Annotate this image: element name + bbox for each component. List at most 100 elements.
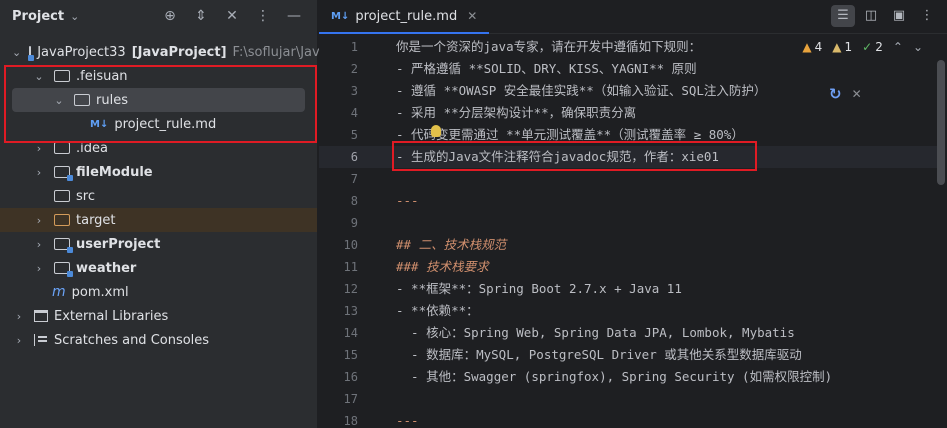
chevron-down-icon[interactable]: ⌄ (70, 10, 79, 23)
chevron-right-icon[interactable]: › (12, 310, 26, 323)
tree-item-scratches[interactable]: › Scratches and Consoles (0, 328, 317, 352)
markdown-view-toolbar: ☰ ◫ ▣ ⋮ (831, 5, 939, 27)
chevron-right-icon[interactable]: › (32, 214, 46, 227)
expand-all-icon[interactable]: ⇕ (192, 7, 210, 25)
tree-item-project-rule-md[interactable]: M↓ project_rule.md (0, 112, 317, 136)
code-line: --- (396, 413, 419, 428)
tree-item-feisuan[interactable]: ⌄ .feisuan (0, 64, 317, 88)
check-icon: ✓ (862, 40, 873, 54)
chevron-right-icon[interactable]: › (32, 142, 46, 155)
vertical-scrollbar[interactable] (937, 60, 945, 185)
warnings-count[interactable]: ▲ 4 (802, 40, 822, 54)
tree-item-filemodule[interactable]: › fileModule (0, 160, 317, 184)
line-number: 9 (350, 216, 358, 230)
split-view-icon[interactable]: ◫ (859, 5, 883, 27)
code-line: ### 技术栈要求 (396, 259, 489, 274)
line-number: 18 (343, 414, 358, 428)
tree-item-javaproject33[interactable]: ⌄ JavaProject33 [JavaProject] F:\sofluja… (0, 40, 341, 64)
tree-item-label: JavaProject33 (37, 44, 126, 60)
code-line: - 遵循 **OWASP 安全最佳实践**（如输入验证、SQL注入防护） (396, 83, 767, 98)
tree-item-label: src (76, 188, 95, 204)
reload-changes-icon[interactable]: ↻ (829, 85, 842, 103)
maven-file-icon: m (52, 284, 66, 300)
close-icon[interactable]: ✕ (467, 9, 477, 23)
weak-warnings-count[interactable]: ▲ 1 (832, 40, 852, 54)
line-number: 1 (350, 40, 358, 54)
code-line: - 其他：Swagger (springfox), Spring Securit… (396, 369, 833, 384)
weak-warning-icon: ▲ (832, 40, 842, 54)
tree-item-label: .feisuan (76, 68, 128, 84)
module-folder-icon (28, 46, 35, 61)
folder-icon (54, 190, 70, 202)
weak-warnings-count-label: 1 (844, 40, 853, 54)
tree-item-rules[interactable]: ⌄ rules (12, 88, 305, 112)
tree-item-target[interactable]: › target (0, 208, 317, 232)
lightbulb-icon[interactable] (431, 125, 441, 137)
tab-label: project_rule.md (355, 8, 458, 24)
code-line: ## 二、技术栈规范 (396, 237, 507, 252)
line-number: 7 (350, 172, 358, 186)
tree-item-label: weather (76, 260, 137, 276)
ok-count[interactable]: ✓ 2 (862, 40, 883, 54)
line-number: 3 (350, 84, 358, 98)
project-panel-title[interactable]: Project (12, 9, 64, 24)
chevron-right-icon[interactable]: › (32, 262, 46, 275)
tree-item-label: project_rule.md (114, 116, 217, 132)
tree-item-label: fileModule (76, 164, 153, 180)
chevron-right-icon[interactable]: › (32, 166, 46, 179)
code-line: 你是一个资深的java专家，请在开发中遵循如下规则： (396, 39, 702, 54)
tree-item-suffix: [JavaProject] (131, 44, 227, 60)
tree-item-external-libraries[interactable]: › External Libraries (0, 304, 317, 328)
editor-panel: M↓ project_rule.md ✕ ☰ ◫ ▣ ⋮ 1 2 3 4 5 6 7 8 9 10… (319, 0, 947, 428)
tree-item-label: External Libraries (54, 308, 169, 324)
line-number: 16 (343, 370, 358, 384)
chevron-right-icon[interactable]: › (12, 334, 26, 347)
tree-item-src[interactable]: src (0, 184, 317, 208)
tree-item-pom-xml[interactable]: m pom.xml (0, 280, 317, 304)
tree-item-idea[interactable]: › .idea (0, 136, 317, 160)
tree-item-label: rules (96, 92, 128, 108)
module-folder-icon (54, 262, 73, 277)
project-panel-toolbar: ⊕ ⇕ ✕ ⋮ — (161, 7, 303, 25)
warnings-count-label: 4 (814, 40, 823, 54)
editor-only-icon[interactable]: ☰ (831, 5, 855, 27)
code-line: - 数据库：MySQL, PostgreSQL Driver 或其他关系型数据库… (396, 347, 802, 362)
more-options-icon[interactable]: ⋮ (915, 5, 939, 27)
chevron-down-icon[interactable]: ⌄ (12, 46, 21, 59)
line-number: 13 (343, 304, 358, 318)
project-panel: Project ⌄ ⊕ ⇕ ✕ ⋮ — ⌄ JavaProject33 [Jav… (0, 0, 341, 428)
line-number: 8 (350, 194, 358, 208)
editor-tab-project-rule-md[interactable]: M↓ project_rule.md ✕ (319, 0, 490, 34)
code-line: - **依赖**： (396, 303, 479, 318)
line-number: 2 (350, 62, 358, 76)
chevron-down-icon[interactable]: ⌄ (913, 40, 923, 54)
line-number: 15 (343, 348, 358, 362)
locate-icon[interactable]: ⊕ (161, 7, 179, 25)
line-number: 14 (343, 326, 358, 340)
chevron-right-icon[interactable]: › (32, 238, 46, 251)
tree-item-weather[interactable]: › weather (0, 256, 317, 280)
line-number: 5 (350, 128, 358, 142)
close-icon[interactable]: ✕ (852, 87, 862, 101)
line-number: 12 (343, 282, 358, 296)
line-number: 4 (350, 106, 358, 120)
tree-item-label: .idea (76, 140, 108, 156)
code-line: - 代码变更需通过 **单元测试覆盖**（测试覆盖率 ≥ 80%） (396, 127, 744, 142)
chevron-down-icon[interactable]: ⌄ (52, 94, 66, 107)
folder-icon (54, 70, 70, 82)
folder-icon (74, 94, 90, 106)
tree-item-userproject[interactable]: › userProject (0, 232, 317, 256)
tree-item-label: Scratches and Consoles (54, 332, 210, 348)
code-line: - 采用 **分层架构设计**，确保职责分离 (396, 105, 637, 120)
editor-tab-bar: M↓ project_rule.md ✕ ☰ ◫ ▣ ⋮ (319, 0, 947, 34)
tree-item-label: userProject (76, 236, 161, 252)
tree-item-label: pom.xml (71, 284, 129, 300)
inspection-widget[interactable]: ▲ 4 ▲ 1 ✓ 2 ⌃ ⌄ (802, 40, 923, 54)
code-line: - 生成的Java文件注释符合javadoc规范，作者：xie01 (396, 149, 719, 164)
hide-panel-icon[interactable]: — (285, 7, 303, 25)
preview-only-icon[interactable]: ▣ (887, 5, 911, 27)
collapse-all-icon[interactable]: ✕ (223, 7, 241, 25)
more-options-icon[interactable]: ⋮ (254, 7, 272, 25)
chevron-down-icon[interactable]: ⌄ (32, 70, 46, 83)
chevron-up-icon[interactable]: ⌃ (893, 40, 903, 54)
